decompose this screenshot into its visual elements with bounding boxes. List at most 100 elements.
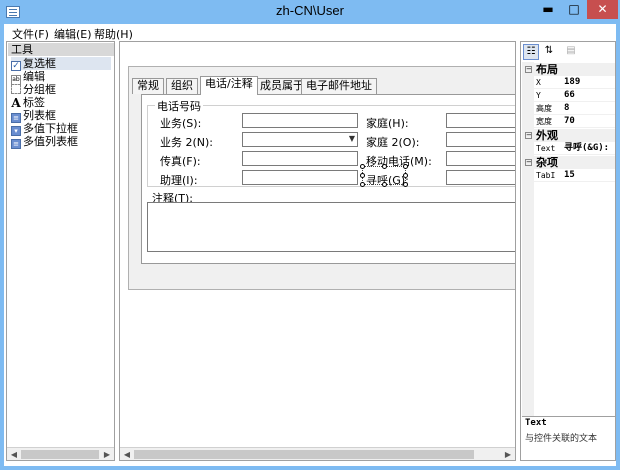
prop-row-height[interactable]: 高度 8 [522, 102, 615, 115]
toolbox-hscrollbar[interactable]: ◀ ▶ [7, 447, 114, 460]
description-title: Text [525, 418, 547, 428]
scroll-left-icon[interactable]: ◀ [8, 449, 20, 460]
category-appearance[interactable]: − 外观 [522, 129, 615, 142]
client-area: 文件(F) 编辑(E) 帮助(H) 工具 ✓ 复选框 ab 编辑 分组框 A 标签 ≡… [4, 24, 616, 466]
categorized-icon[interactable]: ☷ [523, 44, 539, 60]
prop-value[interactable]: 8 [564, 102, 614, 115]
scroll-thumb[interactable] [134, 450, 474, 459]
minimize-button[interactable]: ▬ [535, 0, 561, 19]
description-text: 与控件关联的文本 [525, 434, 598, 444]
prop-value[interactable]: 寻呼(&G): [564, 142, 614, 155]
tool-multi-listbox[interactable]: ≡ 多值列表框 [11, 135, 78, 149]
prop-name: TabI [536, 171, 556, 180]
tool-checkbox[interactable]: ✓ 复选框 [11, 57, 111, 71]
home-label: 家庭(H): [366, 117, 409, 130]
design-hscrollbar[interactable]: ◀ ▶ [120, 447, 515, 460]
tool-label: 分组框 [23, 83, 56, 96]
groupbox-icon [11, 84, 21, 94]
fax-label: 传真(F): [160, 155, 201, 168]
scroll-right-icon[interactable]: ▶ [502, 449, 514, 460]
business-label: 业务(S): [160, 117, 202, 130]
prop-value[interactable]: 15 [564, 169, 614, 182]
property-description: Text 与控件关联的文本 [522, 416, 615, 460]
mobile-input[interactable] [446, 151, 515, 166]
assistant-input[interactable] [242, 170, 358, 185]
collapse-icon[interactable]: − [525, 159, 532, 166]
close-button[interactable]: ✕ [587, 0, 618, 19]
maximize-button[interactable]: □ [561, 0, 587, 19]
assistant-label: 助理(I): [160, 174, 198, 187]
collapse-icon[interactable]: − [525, 132, 532, 139]
tool-label: 复选框 [23, 57, 56, 70]
scroll-right-icon[interactable]: ▶ [101, 449, 113, 460]
menu-bar: 文件(F) 编辑(E) 帮助(H) [4, 24, 616, 41]
category-label: 外观 [536, 129, 558, 142]
design-surface: 常规 组织 电话/注释 成员属于 电子邮件地址 电话号码 业务(S): 业务 2… [119, 41, 516, 461]
toolbox-panel: 工具 ✓ 复选框 ab 编辑 分组框 A 标签 ≡ 列表框 ▾ 多值下拉框 ≡ 多值列表框 [6, 41, 115, 461]
prop-value[interactable]: 189 [564, 76, 614, 89]
notes-textarea[interactable] [147, 202, 515, 252]
prop-row-tabindex[interactable]: TabI 15 [522, 169, 615, 182]
resize-handle[interactable] [360, 173, 365, 178]
resize-handle[interactable] [382, 164, 387, 169]
prop-value[interactable]: 66 [564, 89, 614, 102]
fax-input[interactable] [242, 151, 358, 166]
window-title: zh-CN\User [276, 3, 344, 18]
category-label: 杂项 [536, 156, 558, 169]
sort-az-icon[interactable]: ⇅ [541, 44, 557, 60]
phone-groupbox: 电话号码 业务(S): 业务 2(N): ▼ 传真(F): 助理(I): 家庭(… [147, 98, 515, 187]
prop-row-text[interactable]: Text 寻呼(&G): [522, 142, 615, 155]
selection-frame[interactable] [360, 164, 408, 187]
resize-handle[interactable] [360, 164, 365, 169]
pager-input[interactable] [446, 170, 515, 185]
business2-label: 业务 2(N): [160, 136, 214, 149]
category-misc[interactable]: − 杂项 [522, 156, 615, 169]
tab-organization[interactable]: 组织 [166, 78, 198, 94]
tool-label: 编辑 [23, 70, 45, 83]
resize-handle[interactable] [403, 164, 408, 169]
window-frame: zh-CN\User ▬ □ ✕ 文件(F) 编辑(E) 帮助(H) 工具 ✓ 复… [0, 0, 620, 470]
home2-input[interactable] [446, 132, 515, 147]
tab-phone-notes[interactable]: 电话/注释 [200, 76, 258, 95]
menu-file[interactable]: 文件(F) [12, 26, 49, 42]
resize-handle[interactable] [403, 173, 408, 178]
category-label: 布局 [536, 63, 558, 76]
prop-name: Text [536, 144, 556, 153]
menu-help[interactable]: 帮助(H) [94, 26, 133, 42]
title-bar[interactable]: zh-CN\User ▬ □ ✕ [0, 0, 620, 24]
tool-label: 标签 [23, 96, 45, 109]
business2-combo[interactable]: ▼ [242, 132, 358, 147]
prop-row-x[interactable]: X 189 [522, 76, 615, 89]
prop-row-y[interactable]: Y 66 [522, 89, 615, 102]
tool-groupbox[interactable]: 分组框 [11, 83, 56, 96]
resize-handle[interactable] [382, 182, 387, 187]
tool-listbox[interactable]: ≡ 列表框 [11, 109, 56, 123]
tool-label[interactable]: A 标签 [11, 96, 45, 109]
toolbox-header: 工具 [8, 43, 114, 56]
property-pages-icon[interactable]: ▤ [563, 44, 579, 60]
dialog-form: 常规 组织 电话/注释 成员属于 电子邮件地址 电话号码 业务(S): 业务 2… [128, 66, 515, 290]
tool-multi-dropdown[interactable]: ▾ 多值下拉框 [11, 122, 78, 136]
collapse-icon[interactable]: − [525, 66, 532, 73]
tool-label: 列表框 [23, 109, 56, 122]
scroll-left-icon[interactable]: ◀ [121, 449, 133, 460]
menu-edit[interactable]: 编辑(E) [54, 26, 92, 42]
multi-listbox-icon: ≡ [11, 139, 21, 149]
category-layout[interactable]: − 布局 [522, 63, 615, 76]
scroll-thumb[interactable] [21, 450, 99, 459]
tool-label: 多值列表框 [23, 135, 78, 148]
home-input[interactable] [446, 113, 515, 128]
resize-handle[interactable] [360, 182, 365, 187]
chevron-down-icon[interactable]: ▼ [349, 134, 355, 143]
business-input[interactable] [242, 113, 358, 128]
tab-email-addresses[interactable]: 电子邮件地址 [301, 78, 377, 94]
prop-name: Y [536, 91, 541, 100]
prop-row-width[interactable]: 宽度 70 [522, 115, 615, 128]
resize-handle[interactable] [403, 182, 408, 187]
tab-general[interactable]: 常规 [132, 78, 164, 94]
prop-value[interactable]: 70 [564, 115, 614, 128]
group-title: 电话号码 [155, 98, 203, 114]
tool-textbox[interactable]: ab 编辑 [11, 70, 45, 85]
prop-name: 高度 [536, 104, 552, 113]
tool-label: 多值下拉框 [23, 122, 78, 135]
